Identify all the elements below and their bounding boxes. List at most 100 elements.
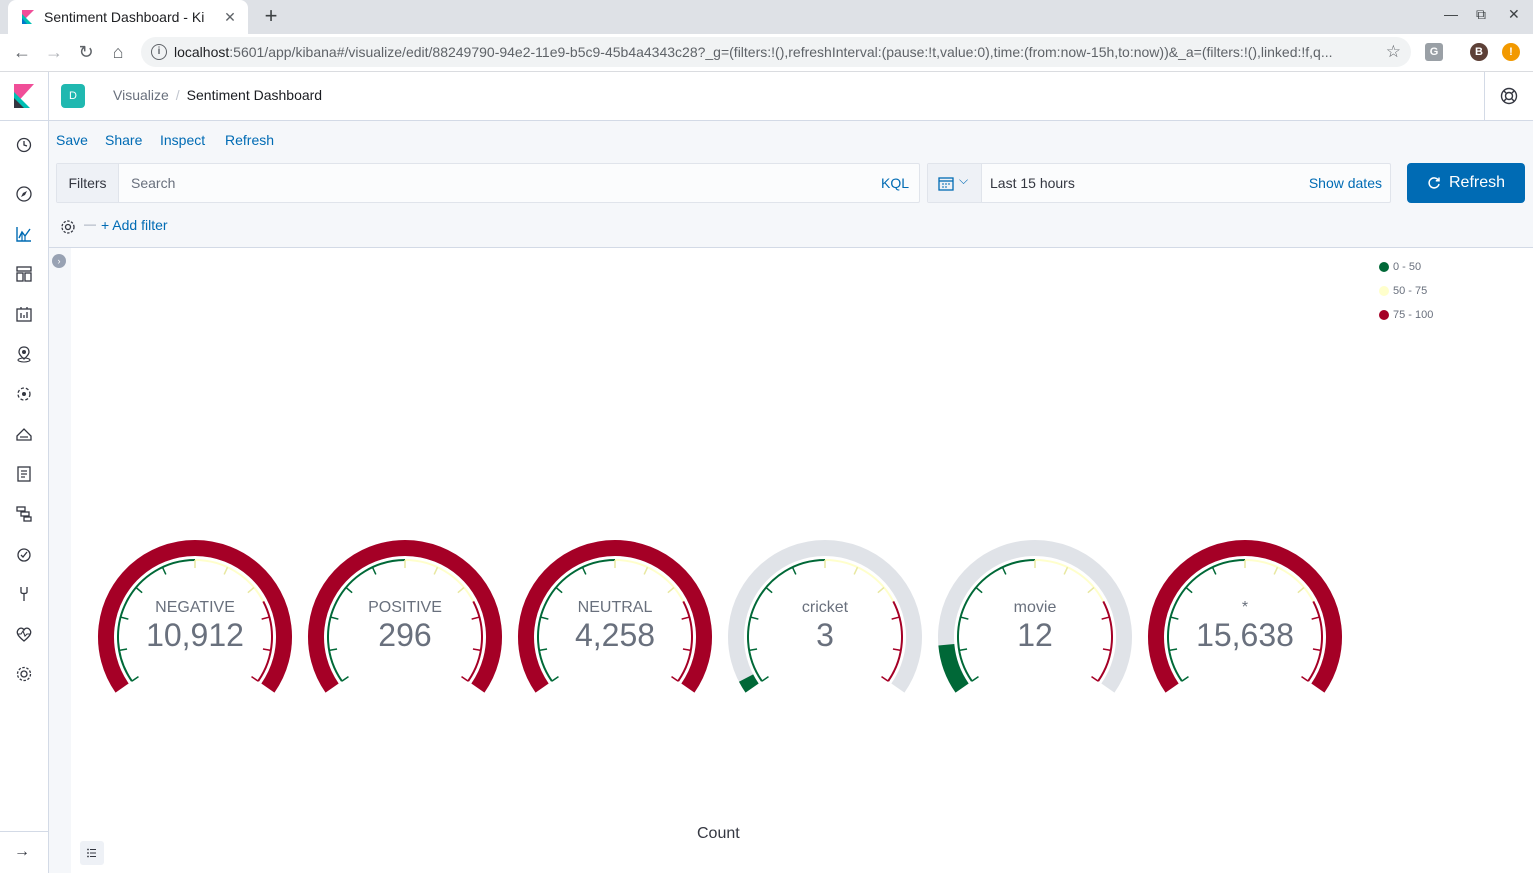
gauge-tick [1181, 675, 1189, 682]
maximize-icon[interactable]: ⧉ [1476, 6, 1486, 23]
breadcrumb-visualize[interactable]: Visualize [113, 87, 169, 103]
extension-icon[interactable]: G [1425, 43, 1443, 61]
search-input[interactable] [119, 164, 871, 202]
side-nav-separator [0, 831, 48, 832]
infrastructure-icon[interactable] [14, 424, 34, 444]
logs-icon[interactable] [14, 464, 34, 484]
top-nav-menu: Save Share Inspect Refresh Filters KQL ⌵… [49, 121, 1533, 248]
time-range[interactable]: Last 15 hours [990, 175, 1075, 191]
browser-tab[interactable]: Sentiment Dashboard - Ki ✕ [8, 0, 248, 34]
filter-options-gear-icon[interactable] [59, 218, 77, 236]
gauge-tick [643, 566, 649, 575]
canvas-icon[interactable] [14, 304, 34, 324]
address-bar[interactable]: i localhost:5601/app/kibana#/visualize/e… [141, 37, 1411, 67]
save-button[interactable]: Save [56, 132, 88, 148]
gauge-tick [345, 586, 353, 594]
gauge-tick [1087, 586, 1095, 594]
space-avatar[interactable]: D [61, 84, 85, 108]
dev-tools-icon[interactable] [14, 584, 34, 604]
dashboard-icon[interactable] [14, 264, 34, 284]
gauge-tick [667, 586, 675, 594]
kql-toggle[interactable]: KQL [881, 175, 909, 191]
breadcrumb: Visualize / Sentiment Dashboard [113, 87, 322, 103]
add-filter-button[interactable]: + Add filter [101, 217, 168, 233]
gauge-tick [682, 648, 691, 652]
help-icon[interactable] [1500, 87, 1518, 105]
query-bar: Filters KQL [56, 163, 920, 203]
refresh-menu-button[interactable]: Refresh [225, 132, 274, 148]
gauge-label: NEGATIVE [155, 599, 235, 616]
gauge-tick [750, 616, 759, 620]
maps-icon[interactable] [14, 344, 34, 364]
visualize-icon[interactable] [14, 224, 34, 244]
management-icon[interactable] [14, 664, 34, 684]
filters-label[interactable]: Filters [57, 164, 119, 202]
gauge-tick [555, 586, 563, 594]
breadcrumb-current: Sentiment Dashboard [186, 87, 323, 103]
gauge-tick [881, 675, 889, 682]
gauge-tick [1301, 675, 1309, 682]
refresh-button[interactable]: Refresh [1407, 163, 1525, 203]
home-icon[interactable]: ⌂ [106, 40, 130, 64]
gauge: POSITIVE296 [308, 540, 502, 693]
reload-icon[interactable]: ↻ [74, 40, 98, 64]
url-text[interactable]: localhost:5601/app/kibana#/visualize/edi… [174, 44, 1374, 60]
gauge-tick [761, 675, 769, 682]
site-info-icon[interactable]: i [151, 44, 167, 60]
quick-menu-button[interactable]: ⌵ [928, 164, 982, 202]
gauge-tick [671, 675, 679, 682]
kibana-header: D Visualize / Sentiment Dashboard [0, 72, 1533, 121]
forward-icon[interactable]: → [42, 40, 66, 64]
side-nav: → [0, 121, 49, 873]
gauge-value: 15,638 [1196, 617, 1294, 653]
gauge-tick [539, 648, 548, 652]
legend-toggle-button[interactable] [80, 841, 104, 865]
gauge-tick [551, 675, 559, 682]
tab-close-icon[interactable]: ✕ [220, 9, 240, 26]
show-dates-link[interactable]: Show dates [1309, 175, 1382, 191]
gauge-tick [749, 648, 758, 652]
window-close-icon[interactable]: ✕ [1508, 6, 1520, 23]
gauge-label: cricket [802, 599, 849, 616]
bookmark-star-icon[interactable]: ☆ [1386, 42, 1401, 62]
gauge-tick [959, 648, 968, 652]
kibana-favicon-icon [22, 10, 34, 24]
new-tab-icon[interactable]: + [260, 5, 282, 27]
gauge-tick [262, 648, 271, 652]
gauge-value: 3 [816, 617, 834, 653]
expand-nav-icon[interactable]: → [14, 843, 30, 861]
gauge-tick [971, 675, 979, 682]
gauge-tick [247, 586, 255, 594]
profile-avatar[interactable]: B [1470, 43, 1488, 61]
gauge: NEUTRAL4,258 [518, 540, 712, 693]
refresh-icon [1428, 177, 1440, 189]
gauge-tick [1273, 566, 1279, 575]
gauge-tick [330, 616, 339, 620]
gauge-tick [1170, 616, 1179, 620]
monitoring-icon[interactable] [14, 624, 34, 644]
gauge-value: 4,258 [575, 617, 655, 653]
gauge-chart: NEGATIVE10,912POSITIVE296NEUTRAL4,258cri… [98, 540, 1342, 693]
ml-icon[interactable] [14, 384, 34, 404]
gauge: movie12 [938, 540, 1132, 693]
back-icon[interactable]: ← [10, 40, 34, 64]
discover-icon[interactable] [14, 184, 34, 204]
share-button[interactable]: Share [105, 132, 142, 148]
breadcrumb-separator: / [175, 87, 180, 103]
gauge-tick [371, 566, 377, 575]
update-alert-icon[interactable]: ! [1502, 43, 1520, 61]
gauge-tick [120, 616, 129, 620]
gauge-tick [329, 648, 338, 652]
gauge-tick [1311, 616, 1320, 620]
minimize-icon[interactable]: — [1444, 6, 1458, 22]
gauge-label: * [1242, 599, 1248, 616]
gauge-tick [251, 675, 259, 682]
refresh-button-label: Refresh [1448, 174, 1506, 191]
kibana-logo-icon[interactable] [14, 84, 34, 108]
apm-icon[interactable] [14, 504, 34, 524]
inspect-button[interactable]: Inspect [160, 132, 205, 148]
gauge-tick [1169, 648, 1178, 652]
uptime-icon[interactable] [14, 544, 34, 564]
gauge-tick [1297, 586, 1305, 594]
recently-viewed-icon[interactable] [14, 135, 34, 155]
